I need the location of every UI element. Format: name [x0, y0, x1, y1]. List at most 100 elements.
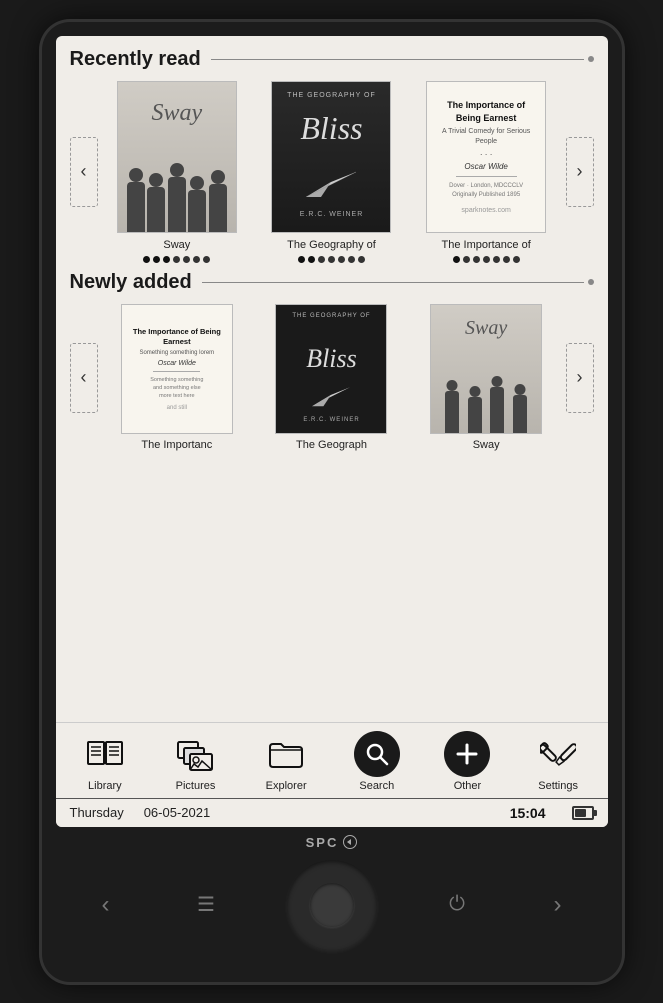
- book-item[interactable]: THE GEOGRAPHY OF Bliss E.R.C. WEINER: [271, 81, 391, 263]
- book-cover-importance: The Importance of Being Earnest A Trivia…: [426, 81, 546, 233]
- dot: [298, 256, 305, 263]
- nav-label-pictures: Pictures: [176, 780, 216, 792]
- status-bar: Thursday 06-05-2021 15:04: [56, 798, 608, 827]
- bliss-author: E.R.C. WEINER: [272, 211, 390, 218]
- book-item[interactable]: The Importance of Being Earnest Somethin…: [121, 304, 233, 452]
- dot: [348, 256, 355, 263]
- pictures-gallery-icon: [176, 737, 214, 771]
- nav-item-explorer[interactable]: Explorer: [251, 731, 321, 792]
- book-title-label: The Importance of: [442, 238, 531, 252]
- book-progress-dots: [143, 256, 210, 263]
- dot: [163, 256, 170, 263]
- cover-sway-visual: Sway: [118, 82, 236, 232]
- recently-read-items: Sway Sway: [98, 81, 566, 263]
- nav-item-search[interactable]: Search: [342, 731, 412, 792]
- nav-item-settings[interactable]: Settings: [523, 731, 593, 792]
- status-day: Thursday: [70, 805, 124, 820]
- book-item[interactable]: Sway: [430, 304, 542, 452]
- plus-icon: [454, 741, 480, 767]
- library-icon: [82, 731, 128, 777]
- si-author: Oscar Wilde: [158, 360, 196, 367]
- importance-title: The Importance of Being Earnest: [435, 99, 537, 124]
- folder-icon: [267, 737, 305, 771]
- sway-text: Sway: [118, 100, 236, 127]
- sb-subtitle: THE GEOGRAPHY OF: [276, 313, 386, 319]
- brand-logo-arrow: [343, 835, 357, 849]
- carousel-prev-button[interactable]: ‹: [70, 137, 98, 207]
- person-silhouette: [188, 190, 206, 232]
- nav-item-other[interactable]: Other: [432, 731, 502, 792]
- hardware-forward-button[interactable]: ›: [538, 885, 578, 925]
- hardware-power-button[interactable]: ⏻: [437, 885, 477, 925]
- person-silhouette: [209, 184, 227, 232]
- small-cover-importance: The Importance of Being Earnest Somethin…: [122, 305, 232, 433]
- screen: Recently read ‹ Sway: [56, 36, 608, 827]
- pictures-icon: [172, 731, 218, 777]
- recently-read-header: Recently read: [70, 48, 594, 71]
- dot: [493, 256, 500, 263]
- battery-fill: [575, 809, 586, 817]
- book-title-label: The Importanc: [141, 438, 212, 452]
- book-progress-dots: [298, 256, 365, 263]
- book-item[interactable]: Sway Sway: [117, 81, 237, 263]
- importance-dots: · · ·: [480, 150, 492, 159]
- person-silhouette: [127, 182, 145, 232]
- newly-added-items: The Importance of Being Earnest Somethin…: [98, 304, 566, 452]
- person: [513, 395, 527, 433]
- dot: [463, 256, 470, 263]
- search-icon-circle: [354, 731, 400, 777]
- explorer-icon: [263, 731, 309, 777]
- nav-label-other: Other: [454, 780, 482, 792]
- hardware-menu-button[interactable]: ☰: [186, 885, 226, 925]
- si-tag: and still: [167, 405, 187, 411]
- hardware-back-button[interactable]: ‹: [86, 885, 126, 925]
- nav-item-library[interactable]: Library: [70, 731, 140, 792]
- search-icon: [364, 741, 390, 767]
- book-title-label: The Geograph: [296, 438, 367, 452]
- carousel-next-button[interactable]: ›: [566, 137, 594, 207]
- dot: [173, 256, 180, 263]
- section-divider: [211, 59, 584, 60]
- dot: [338, 256, 345, 263]
- paper-plane-icon: [306, 162, 356, 197]
- newly-added-title: Newly added: [70, 271, 192, 294]
- carousel-next-button[interactable]: ›: [566, 343, 594, 413]
- book-item[interactable]: The Importance of Being Earnest A Trivia…: [426, 81, 546, 263]
- book-cover-bliss: THE GEOGRAPHY OF Bliss E.R.C. WEINER: [271, 81, 391, 233]
- status-date: 06-05-2021: [144, 805, 490, 820]
- dot: [318, 256, 325, 263]
- bliss-subtitle: THE GEOGRAPHY OF: [272, 92, 390, 99]
- cover-importance-visual: The Importance of Being Earnest A Trivia…: [427, 82, 545, 232]
- si-pub: Something somethingand something elsemor…: [150, 376, 203, 401]
- brand-name: SPC: [306, 835, 339, 850]
- dot: [328, 256, 335, 263]
- dpad-center-button[interactable]: [310, 883, 354, 927]
- divider: [456, 176, 517, 177]
- nav-icons-row: Library Pictures: [60, 731, 604, 792]
- dot: [513, 256, 520, 263]
- dot: [203, 256, 210, 263]
- book-cover-small: Sway: [430, 304, 542, 434]
- importance-publisher: Dover · London, MDCCCLVOriginally Publis…: [449, 182, 523, 200]
- dot: [358, 256, 365, 263]
- book-cover-sway: Sway: [117, 81, 237, 233]
- dot: [153, 256, 160, 263]
- device-bottom: SPC ‹ ☰ ⏻ ›: [56, 827, 608, 982]
- nav-label-explorer: Explorer: [266, 780, 307, 792]
- small-cover-sway: Sway: [431, 305, 541, 433]
- newly-added-header: Newly added: [70, 271, 594, 294]
- book-item[interactable]: THE GEOGRAPHY OF Bliss E.R.C. WEINER The…: [275, 304, 387, 452]
- importance-tag: sparknotes.com: [461, 207, 510, 214]
- brand-arrow-icon: [345, 837, 355, 847]
- section-dot: [588, 279, 594, 285]
- dpad-control[interactable]: [287, 860, 377, 950]
- section-divider: [202, 282, 584, 283]
- carousel-prev-button[interactable]: ‹: [70, 343, 98, 413]
- person-silhouette: [168, 177, 186, 232]
- hardware-controls: ‹ ☰ ⏻ ›: [56, 860, 608, 950]
- person-silhouette: [147, 187, 165, 232]
- ss-people: [431, 373, 541, 433]
- nav-item-pictures[interactable]: Pictures: [160, 731, 230, 792]
- battery-icon: [572, 806, 594, 820]
- nav-label-search: Search: [359, 780, 394, 792]
